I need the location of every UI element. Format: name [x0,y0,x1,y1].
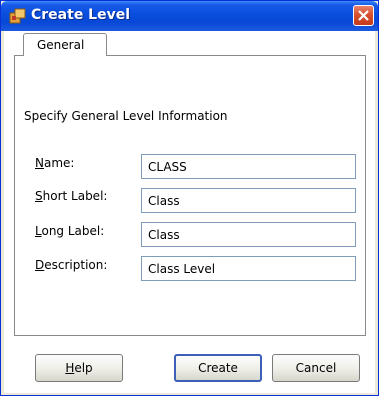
name-input[interactable] [141,154,356,179]
close-icon [358,10,369,21]
name-label: Name: [35,156,74,170]
app-icon [9,7,27,25]
create-button[interactable]: Create [174,354,262,382]
description-label: Description: [35,258,107,272]
title-bar[interactable]: Create Level [1,1,378,31]
description-input[interactable] [141,256,356,281]
description-label-text: escription: [44,258,108,272]
name-label-text: ame: [43,156,75,170]
short-label-text: hort Label: [42,189,108,203]
help-button[interactable]: Help [35,354,123,382]
description-label-mnemonic: D [35,258,45,272]
close-button[interactable] [353,5,374,26]
window-title: Create Level [31,7,131,23]
name-label-mnemonic: N [35,156,44,170]
long-label-label: Long Label: [35,224,104,238]
help-button-text: elp [74,361,93,375]
create-level-dialog: Create Level General Specify General Lev… [0,0,379,396]
short-label-input[interactable] [141,188,356,213]
cancel-button[interactable]: Cancel [272,354,360,382]
long-label-text: ong Label: [41,224,105,238]
short-label-mnemonic: S [35,189,43,203]
short-label-label: Short Label: [35,189,107,203]
help-button-mnemonic: H [65,361,75,375]
section-heading: Specify General Level Information [24,109,228,123]
tab-general-label: General [37,38,85,52]
tab-general[interactable]: General [23,33,107,56]
long-label-input[interactable] [141,222,356,247]
